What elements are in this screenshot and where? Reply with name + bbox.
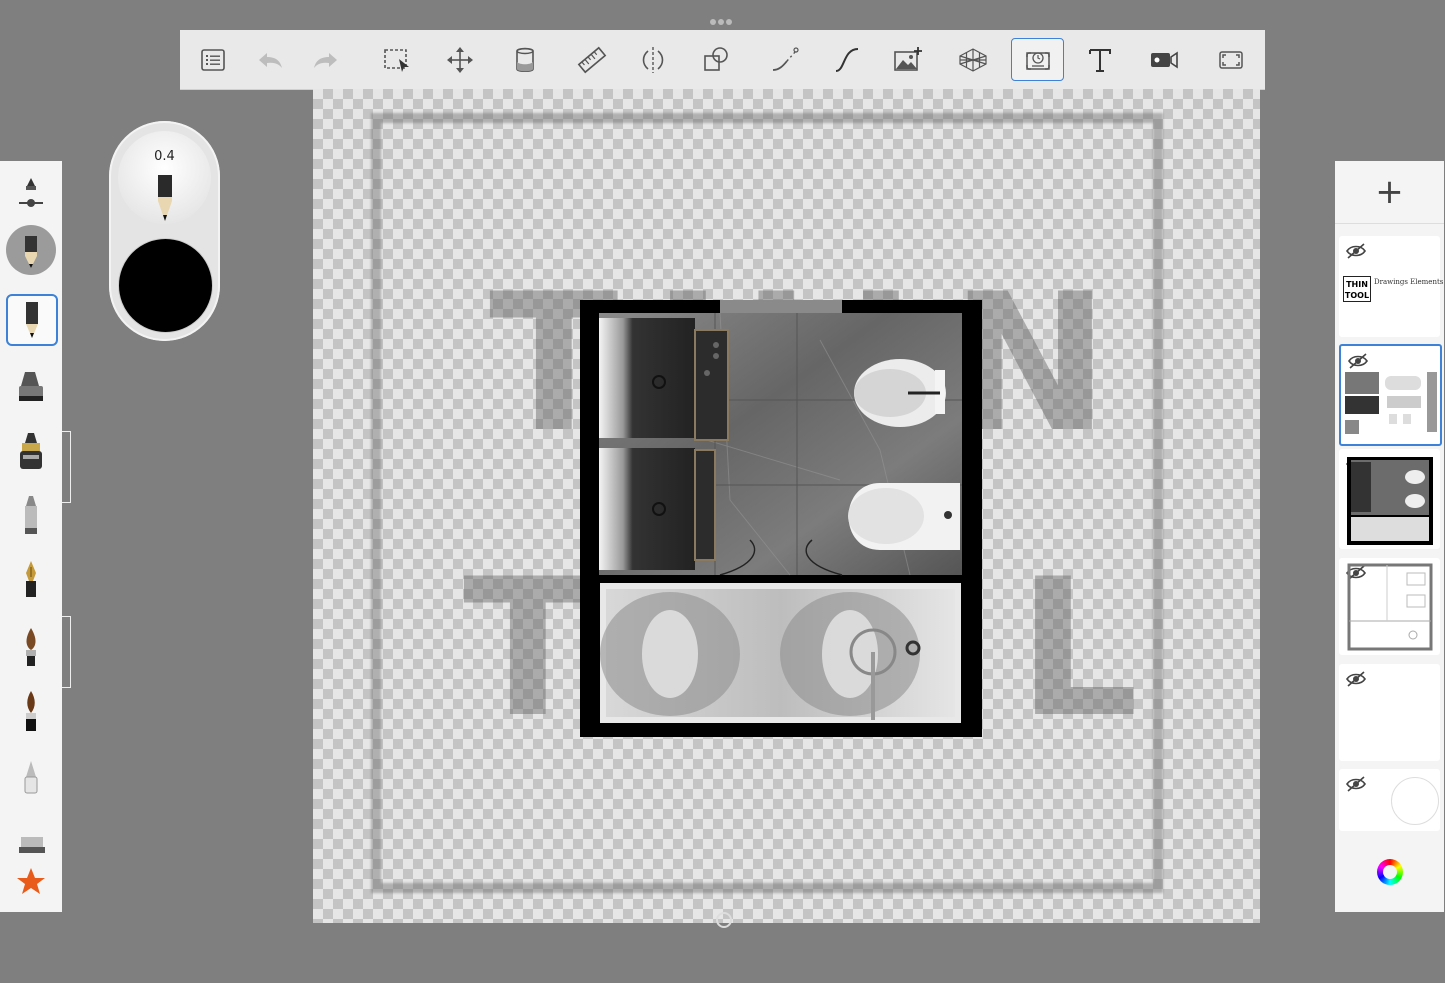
layer-thumb-4[interactable] bbox=[1339, 558, 1440, 655]
redo-icon[interactable] bbox=[304, 38, 348, 82]
layer-thumb-6[interactable] bbox=[1339, 769, 1440, 831]
color-wheel-icon[interactable] bbox=[1377, 859, 1403, 885]
add-layer-button[interactable]: + bbox=[1335, 161, 1444, 224]
transform-icon[interactable] bbox=[438, 38, 482, 82]
logo-thumbnail: THIN TOOL bbox=[1343, 276, 1371, 302]
ink-brush-tool-icon[interactable] bbox=[6, 686, 56, 736]
text-icon[interactable] bbox=[1078, 38, 1122, 82]
time-lapse-icon[interactable] bbox=[1011, 38, 1064, 81]
fill-icon[interactable] bbox=[503, 38, 547, 82]
hidden-eye-icon[interactable] bbox=[1347, 352, 1369, 370]
background-color-circle bbox=[1391, 777, 1439, 825]
layer-thumb-5[interactable] bbox=[1339, 664, 1440, 761]
fountain-pen-tool-icon[interactable] bbox=[6, 556, 56, 606]
layer-thumb-2[interactable] bbox=[1339, 344, 1442, 446]
pencil-icon bbox=[158, 175, 172, 221]
hidden-eye-icon[interactable] bbox=[1345, 670, 1367, 688]
brush-color-swatch[interactable] bbox=[118, 238, 213, 333]
drawing-canvas[interactable]: THIN TOOL bbox=[313, 89, 1260, 923]
ruler-icon[interactable] bbox=[570, 38, 614, 82]
brush-size-dial[interactable]: 0.4 bbox=[118, 131, 211, 224]
curve-icon[interactable] bbox=[825, 38, 869, 82]
marker-tool-icon[interactable] bbox=[6, 361, 56, 411]
pencil-preview-icon[interactable] bbox=[6, 225, 56, 275]
brush-puck: 0.4 bbox=[109, 121, 220, 341]
layer-thumb-1[interactable]: THIN TOOL Drawings Elements bbox=[1339, 236, 1444, 337]
airbrush-tool-icon[interactable] bbox=[6, 754, 56, 804]
top-drag-handle[interactable] bbox=[710, 10, 736, 25]
brush-group-bracket-1 bbox=[62, 431, 71, 503]
bathroom-plan-thumbnail bbox=[1347, 457, 1433, 545]
sketch-thumbnail bbox=[1347, 563, 1433, 651]
pencil-tool-icon[interactable] bbox=[6, 294, 58, 346]
hidden-eye-icon[interactable] bbox=[1345, 242, 1367, 260]
brush-size-value: 0.4 bbox=[154, 149, 175, 164]
brush-properties-icon[interactable] bbox=[6, 167, 56, 217]
symmetry-icon[interactable] bbox=[631, 38, 675, 82]
favorites-star-icon[interactable] bbox=[6, 857, 56, 907]
brush-group-bracket-2 bbox=[62, 616, 71, 688]
layer-caption: Drawings Elements bbox=[1374, 278, 1444, 286]
layers-panel: + THIN TOOL Drawings Elements bbox=[1335, 161, 1444, 912]
add-image-icon[interactable] bbox=[886, 38, 930, 82]
hidden-eye-icon[interactable] bbox=[1345, 775, 1367, 793]
perspective-icon[interactable] bbox=[951, 38, 995, 82]
fullscreen-icon[interactable] bbox=[1209, 38, 1253, 82]
undo-icon[interactable] bbox=[248, 38, 292, 82]
stroke-icon[interactable] bbox=[763, 38, 807, 82]
top-toolbar bbox=[180, 30, 1265, 90]
layer-thumb-3[interactable] bbox=[1339, 449, 1440, 549]
list-icon[interactable] bbox=[191, 38, 235, 82]
video-icon[interactable] bbox=[1142, 38, 1186, 82]
brush-library bbox=[0, 161, 62, 912]
bottom-drag-handle[interactable] bbox=[716, 912, 732, 928]
shapes-icon[interactable] bbox=[694, 38, 738, 82]
paint-brush-tool-icon[interactable] bbox=[6, 621, 56, 671]
technical-pen-tool-icon[interactable] bbox=[6, 491, 56, 541]
ink-pen-tool-icon[interactable] bbox=[6, 426, 56, 476]
selection-icon[interactable] bbox=[375, 38, 419, 82]
bathroom-floor-plan bbox=[580, 300, 982, 737]
elements-thumbnail bbox=[1345, 372, 1437, 434]
